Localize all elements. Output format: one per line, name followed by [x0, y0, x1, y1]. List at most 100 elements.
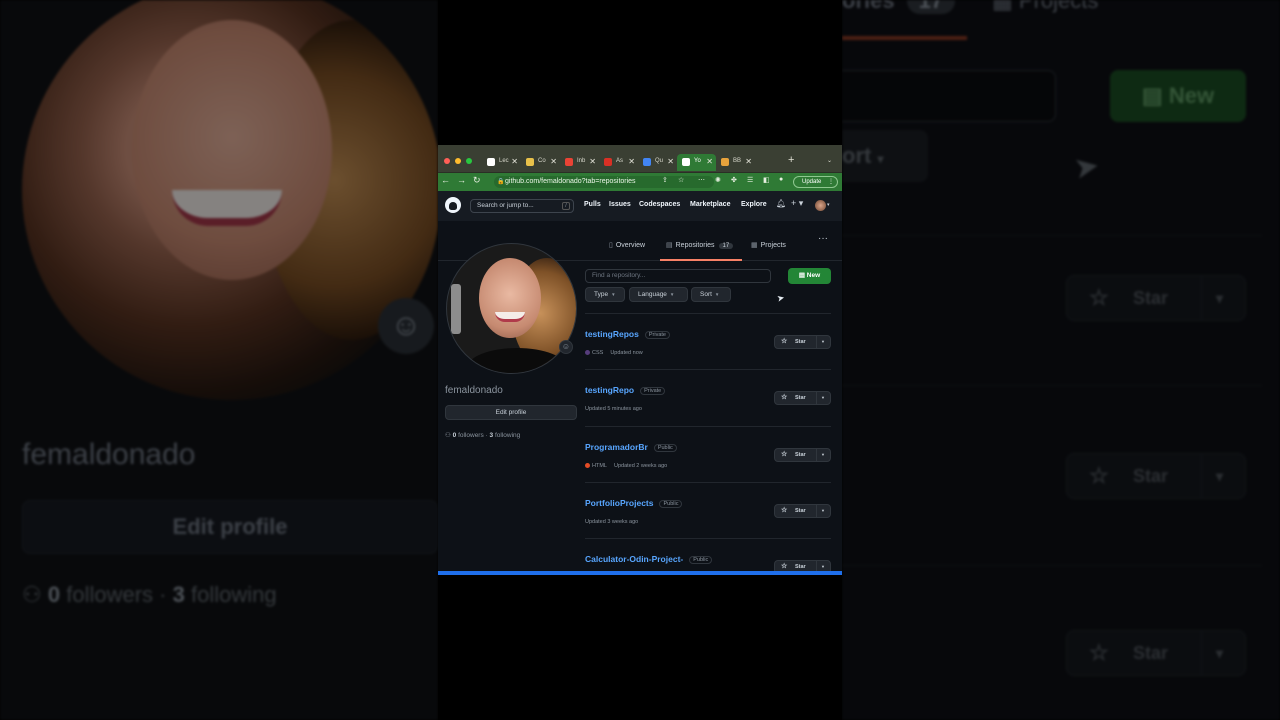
close-tab-icon[interactable]: ✕: [628, 157, 635, 166]
nav-issues[interactable]: Issues: [609, 201, 631, 208]
type-filter[interactable]: Type ▼: [585, 287, 625, 302]
star-list-dropdown[interactable]: ▼: [821, 449, 825, 461]
nav-explore[interactable]: Explore: [741, 201, 767, 208]
profile-avatar-icon[interactable]: ●: [779, 176, 783, 183]
tab-favicon-icon: [604, 158, 612, 166]
close-tab-icon[interactable]: ✕: [511, 157, 518, 166]
browser-tab[interactable]: Lec ✕: [482, 154, 521, 171]
close-tab-icon[interactable]: ✕: [589, 157, 596, 166]
new-repository-button[interactable]: ▤ New: [788, 268, 831, 284]
star-icon: ☆: [781, 394, 788, 401]
bookmark-star-icon[interactable]: ☆: [678, 176, 684, 184]
browser-tab[interactable]: Inb ✕: [560, 154, 599, 171]
background-star-icon: ☆: [1089, 285, 1109, 310]
star-list-dropdown[interactable]: ▼: [821, 505, 825, 517]
reading-list-icon[interactable]: ☰: [747, 176, 753, 184]
visibility-badge: Private: [644, 330, 670, 339]
star-button[interactable]: ☆ Star ▼: [774, 335, 831, 349]
close-tab-icon[interactable]: ✕: [706, 157, 713, 166]
background-star-button: ☆ Star ▾: [1066, 453, 1246, 499]
star-list-dropdown[interactable]: ▼: [821, 336, 825, 348]
tab-favicon-icon: [526, 158, 534, 166]
table-icon: ▦: [751, 242, 758, 249]
tab-favicon-icon: [721, 158, 729, 166]
star-list-dropdown[interactable]: ▼: [821, 392, 825, 404]
extension-icon[interactable]: ⋯: [698, 176, 705, 184]
star-icon: ☆: [781, 563, 788, 570]
tab-overview[interactable]: ▯ Overview: [609, 241, 645, 249]
set-status-smiley-icon[interactable]: ☺: [559, 340, 573, 354]
browser-tab[interactable]: As ✕: [599, 154, 638, 171]
star-button[interactable]: ☆ Star ▼: [774, 448, 831, 462]
star-button[interactable]: ☆ Star ▼: [774, 391, 831, 405]
language-filter[interactable]: Language ▼: [629, 287, 688, 302]
update-button[interactable]: Update ⋮: [793, 176, 838, 188]
repository-name-link[interactable]: Calculator-Odin-Project-: [585, 554, 683, 564]
repo-icon: ▤: [666, 242, 673, 249]
close-tab-icon[interactable]: ✕: [550, 157, 557, 166]
background-table-icon: ▦: [992, 0, 1013, 13]
tab-projects[interactable]: ▦ Projects: [751, 241, 786, 249]
background-cursor-icon: ➤: [1071, 149, 1102, 186]
star-button[interactable]: ☆ Star ▼: [774, 560, 831, 571]
repository-name-link[interactable]: testingRepo: [585, 385, 634, 395]
background-search: [842, 70, 1056, 122]
close-tab-icon[interactable]: ✕: [667, 157, 674, 166]
star-list-dropdown[interactable]: ▼: [821, 561, 825, 571]
nav-pulls[interactable]: Pulls: [584, 201, 601, 208]
star-icon: ☆: [781, 451, 788, 458]
chevron-down-icon: ▼: [714, 292, 720, 297]
close-window-button[interactable]: [444, 158, 450, 164]
repository-row: Calculator-Odin-Project- Public ☆ Star ▼: [585, 538, 831, 571]
global-search-input[interactable]: Search or jump to... /: [470, 199, 574, 213]
browser-tab[interactable]: Qu ✕: [638, 154, 677, 171]
notification-bell-icon[interactable]: 🔔︎: [776, 199, 786, 208]
browser-tab[interactable]: BB ✕: [716, 154, 755, 171]
puzzle-icon[interactable]: ✤: [731, 176, 737, 184]
find-repository-input[interactable]: Find a repository...: [585, 269, 771, 283]
repository-name-link[interactable]: PortfolioProjects: [585, 498, 653, 508]
language-color-dot: [585, 350, 590, 356]
background-sort: ort ▾: [842, 130, 928, 182]
repository-name-link[interactable]: ProgramadorBr: [585, 442, 648, 452]
tab-favicon-icon: [487, 158, 495, 166]
browser-tab[interactable]: Co ✕: [521, 154, 560, 171]
minimize-window-button[interactable]: [455, 158, 461, 164]
background-star-icon: ☆: [1089, 463, 1109, 488]
back-arrow-icon[interactable]: ←: [441, 175, 450, 185]
close-tab-icon[interactable]: ✕: [745, 157, 752, 166]
repository-meta: Updated 5 minutes ago: [585, 406, 642, 412]
repository-updated: Updated 3 weeks ago: [585, 519, 639, 525]
following-count[interactable]: 3: [490, 432, 494, 439]
star-button[interactable]: ☆ Star ▼: [774, 504, 831, 518]
nav-marketplace[interactable]: Marketplace: [690, 201, 730, 208]
zoom-window-button[interactable]: [466, 158, 472, 164]
sidebar-icon[interactable]: ◧: [763, 176, 770, 184]
browser-tab[interactable]: Yo ✕: [677, 154, 716, 171]
nav-codespaces[interactable]: Codespaces: [639, 201, 680, 208]
repository-name-link[interactable]: testingRepos: [585, 329, 639, 339]
background-star-button: ☆ Star ▾: [1066, 275, 1246, 321]
background-smiley-icon: ☺: [378, 298, 434, 354]
user-avatar[interactable]: [815, 200, 826, 211]
create-new-icon[interactable]: + ▾: [791, 198, 803, 209]
book-icon: ▯: [609, 242, 613, 249]
followers-count[interactable]: 0: [453, 432, 457, 439]
tab-search-button[interactable]: ⌄: [827, 157, 832, 164]
tab-repositories[interactable]: ▤ Repositories 17: [666, 241, 734, 249]
forward-arrow-icon[interactable]: →: [457, 175, 466, 185]
reload-icon[interactable]: ↻: [473, 175, 481, 186]
repository-row: PortfolioProjects Public Updated 3 weeks a…: [585, 482, 831, 538]
profile-avatar[interactable]: [446, 243, 577, 374]
star-icon: ☆: [781, 338, 788, 345]
share-icon[interactable]: ⇪: [662, 176, 668, 184]
repository-language: CSS: [592, 350, 604, 356]
extension-icon[interactable]: ✺: [715, 176, 721, 184]
repository-updated: Updated now: [610, 350, 643, 356]
github-logo-icon[interactable]: [445, 197, 461, 213]
more-menu-icon[interactable]: ···: [818, 233, 828, 244]
sort-filter[interactable]: Sort ▼: [691, 287, 731, 302]
repo-icon: ▤: [798, 272, 805, 279]
new-tab-button[interactable]: +: [788, 154, 794, 166]
edit-profile-button[interactable]: Edit profile: [445, 405, 577, 420]
